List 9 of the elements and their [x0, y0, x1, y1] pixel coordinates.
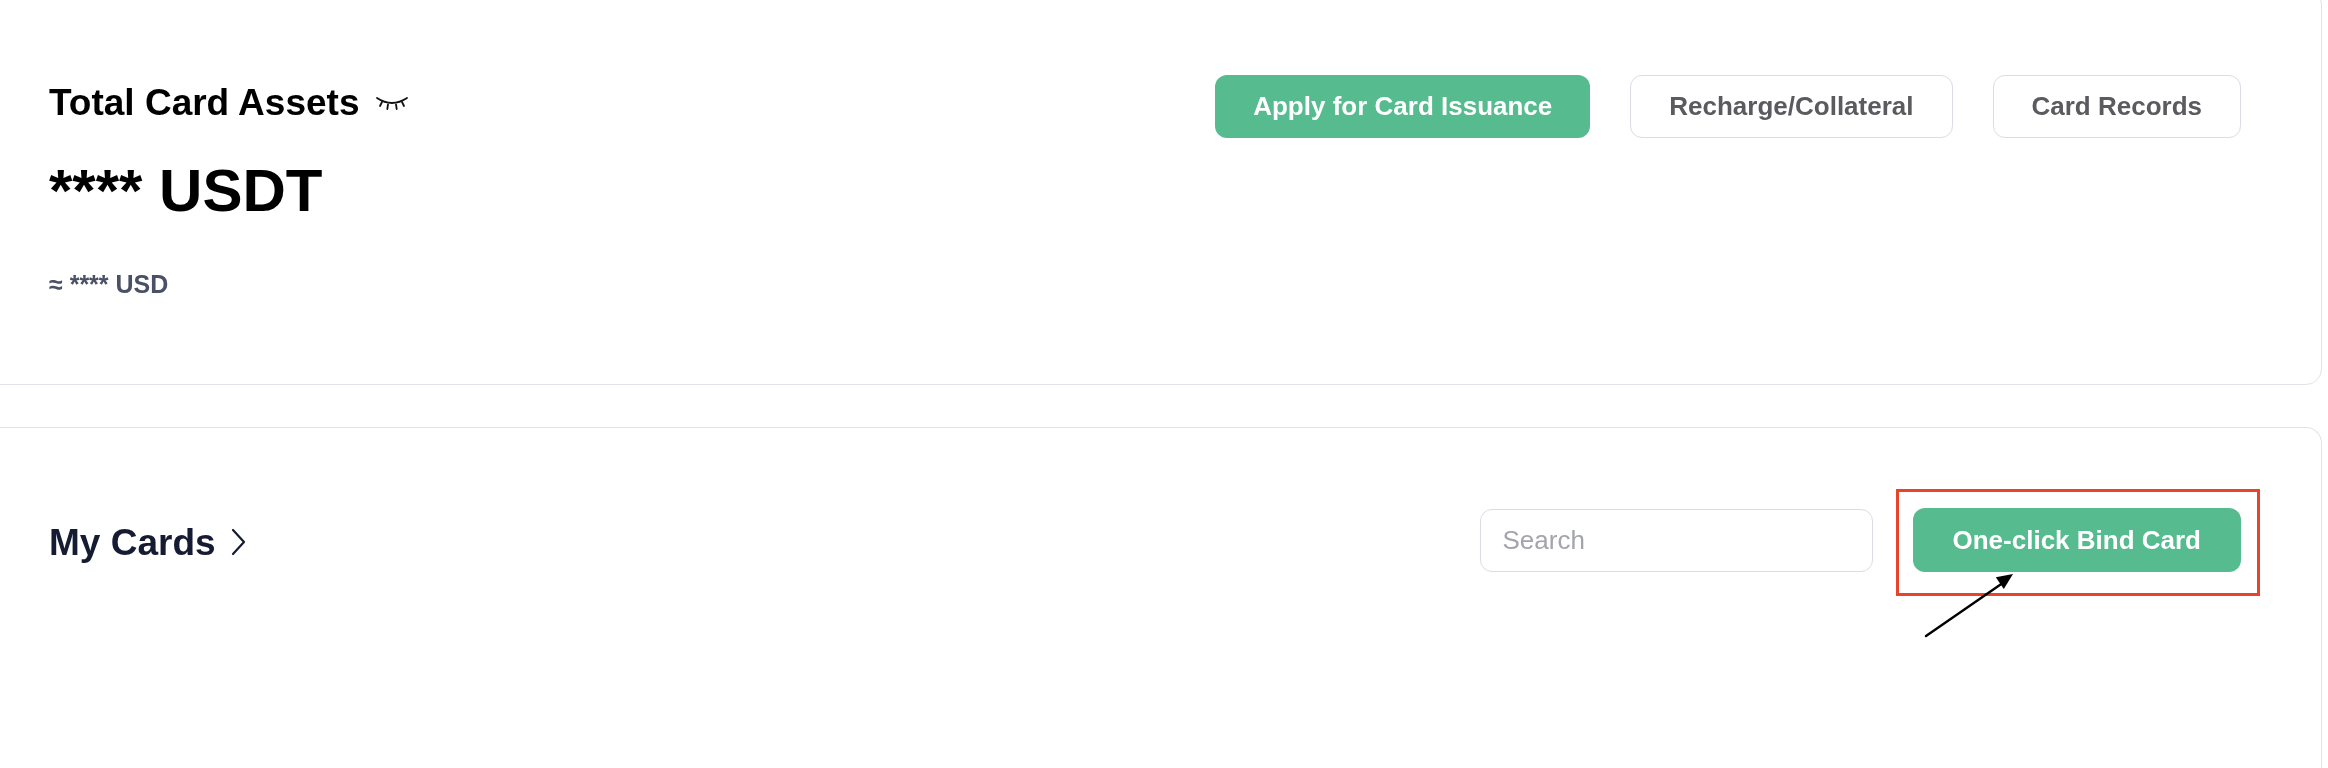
- search-field[interactable]: Search: [1479, 508, 1873, 572]
- chevron-right-icon: [230, 528, 246, 556]
- balance-amount: **** USDT: [49, 156, 324, 225]
- assets-title: Total Card Assets: [49, 81, 360, 124]
- action-button[interactable]: Card Records: [1992, 75, 2241, 138]
- balance-approx: ≈ **** USD: [49, 270, 170, 299]
- my-cards-link[interactable]: My Cards: [49, 520, 246, 564]
- eye-closed-icon[interactable]: [376, 95, 409, 112]
- action-button[interactable]: Recharge/Collateral: [1630, 75, 1953, 138]
